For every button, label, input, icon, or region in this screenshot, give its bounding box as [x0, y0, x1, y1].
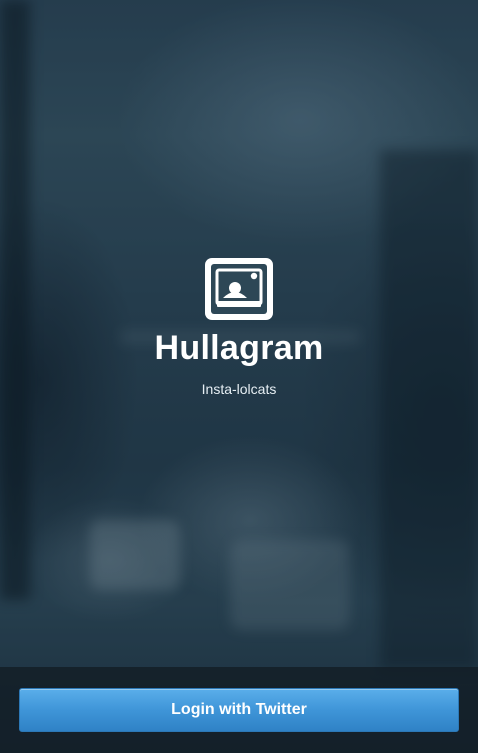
camera-photo-icon — [205, 258, 273, 320]
login-with-twitter-button[interactable]: Login with Twitter — [19, 688, 459, 732]
app-title: Hullagram — [154, 329, 324, 367]
app-subtitle: Insta-lolcats — [201, 381, 277, 397]
branding-block: Hullagram Insta-lolcats — [0, 258, 478, 398]
